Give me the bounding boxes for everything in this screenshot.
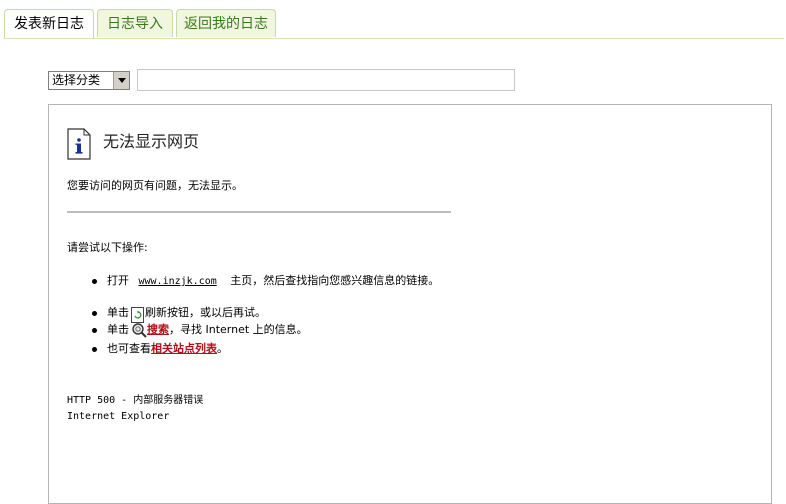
bullet — [92, 328, 97, 333]
title-input[interactable] — [137, 69, 515, 91]
list-item-text: 也可查看 — [107, 342, 151, 355]
list-item-text: 单击 — [107, 323, 129, 336]
home-link[interactable]: www.inzjk.com — [139, 276, 217, 287]
try-heading: 请尝试以下操作: — [67, 241, 148, 254]
tab-back-to-blog[interactable]: 返回我的日志 — [176, 9, 276, 37]
browser-name: Internet Explorer — [67, 411, 170, 422]
category-select-value: 选择分类 — [52, 73, 101, 87]
tab-new-post[interactable]: 发表新日志 — [4, 9, 94, 39]
list-item: 单击 — [107, 322, 129, 338]
related-sites-link[interactable]: 相关站点列表 — [151, 342, 217, 355]
category-select[interactable]: 选择分类 — [48, 71, 130, 90]
http-status: HTTP 500 - 内部服务器错误 — [67, 395, 204, 406]
divider — [67, 211, 451, 213]
bullet — [92, 279, 97, 284]
bullet — [92, 311, 97, 316]
list-item: 打开 www.inzjk.com 主页，然后查找指向您感兴趣信息的链接。 — [107, 273, 442, 290]
search-link[interactable]: 搜索 — [147, 323, 169, 336]
tab-import[interactable]: 日志导入 — [97, 9, 173, 37]
list-item-text: ，寻找 Internet 上的信息。 — [169, 323, 308, 336]
list-item-text: 单击 — [107, 306, 129, 319]
refresh-icon — [131, 307, 144, 323]
list-item-text: 打开 — [107, 274, 129, 287]
http-status-block: HTTP 500 - 内部服务器错误 Internet Explorer — [67, 393, 203, 425]
list-item: 单击 — [107, 305, 129, 321]
chevron-down-icon[interactable] — [113, 72, 129, 89]
error-description: 您要访问的网页有问题，无法显示。 — [67, 179, 243, 192]
content-frame — [48, 104, 772, 504]
info-icon — [67, 128, 91, 160]
error-title: 无法显示网页 — [103, 132, 200, 151]
list-item-text: 。 — [217, 342, 228, 355]
tab-divider — [4, 38, 784, 39]
list-item: 也可查看相关站点列表。 — [107, 341, 228, 357]
list-item-text: 主页，然后查找指向您感兴趣信息的链接。 — [230, 274, 440, 287]
list-item-text: 刷新按钮，或以后再试。 — [145, 306, 266, 319]
search-icon — [132, 323, 147, 338]
list-item: 搜索，寻找 Internet 上的信息。 — [147, 322, 308, 338]
bullet — [92, 347, 97, 352]
